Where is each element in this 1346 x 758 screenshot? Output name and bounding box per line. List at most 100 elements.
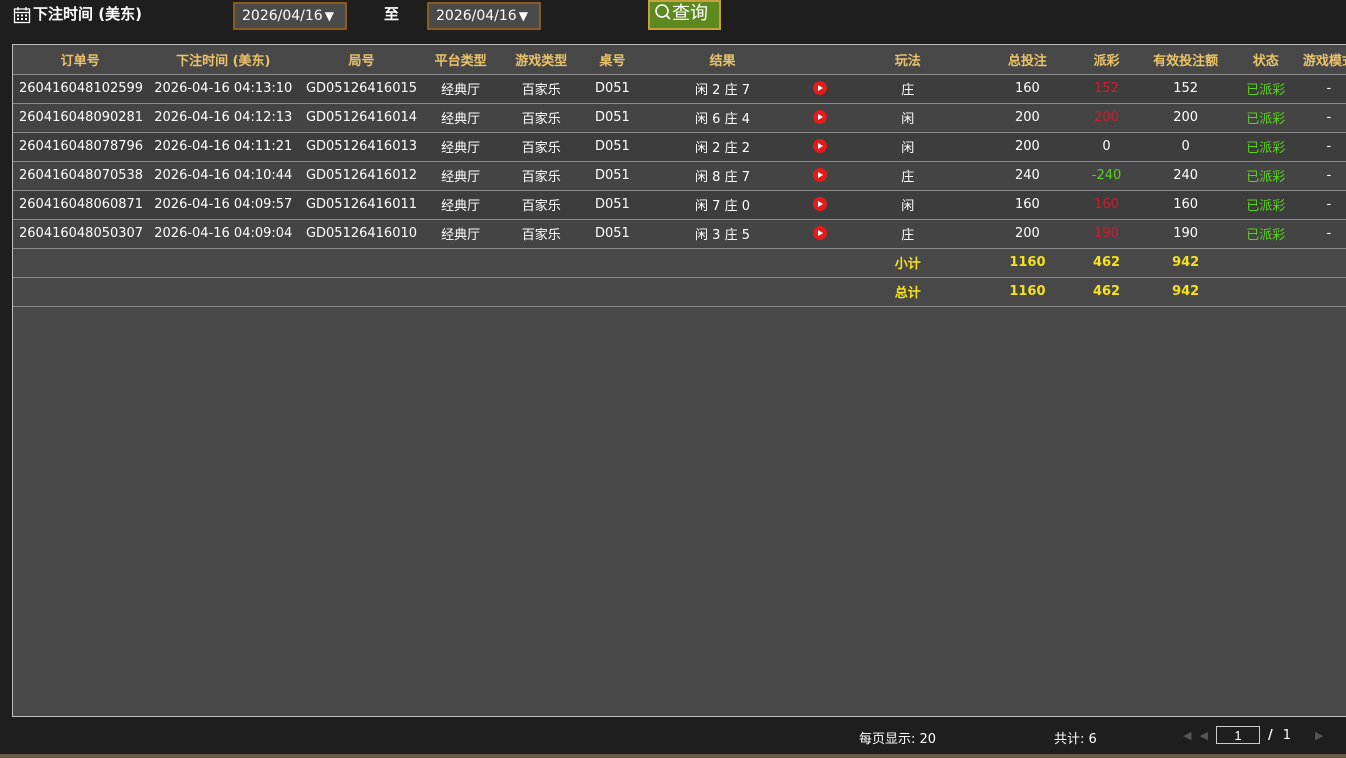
cell-total-bet: 200 [980,103,1075,133]
play-video-icon[interactable] [813,81,828,95]
cell-bet-type: 闲 [835,103,981,133]
query-button[interactable]: 查询 [648,0,721,30]
cell-status: 已派彩 [1232,219,1299,249]
col-bet-type[interactable]: 玩法 [835,45,981,75]
cell-video[interactable] [805,132,836,162]
table-row[interactable]: 260416048102599 2026-04-16 04:13:10 GD0512… [13,74,1346,104]
dropdown-arrow-icon: ▼ [324,9,334,23]
first-page-icon[interactable]: ◀ [1183,729,1191,742]
cell-order: 260416048078796 [13,132,148,162]
cell-mode: - [1298,161,1346,191]
table-row[interactable]: 260416048090281 2026-04-16 04:12:13 GD0512… [13,103,1346,133]
cell-total-bet: 160 [980,190,1075,220]
cell-result: 闲 7 庄 0 [639,190,806,220]
cell-status: 已派彩 [1232,74,1299,104]
cell-mode: - [1298,74,1346,104]
next-page-icon[interactable]: ▶ [1315,729,1323,742]
results-panel: 订单号 下注时间 (美东) 局号 平台类型 游戏类型 桌号 结果 玩法 总投注 … [12,44,1346,717]
cell-platform: 经典厅 [423,161,498,191]
cell-valid-bet: 190 [1138,219,1233,249]
play-video-icon[interactable] [813,168,828,182]
cell-game: 百家乐 [497,132,585,162]
prev-page-icon[interactable]: ◀ [1199,729,1207,742]
col-game[interactable]: 游戏类型 [497,45,585,75]
date-from-value: 2026/04/16 [242,8,323,24]
cell-video[interactable] [805,161,836,191]
cell-table: D051 [584,74,640,104]
cell-time: 2026-04-16 04:09:57 [147,190,300,220]
cell-round: GD05126416014 [299,103,424,133]
page-number-input[interactable] [1215,726,1260,744]
cell-table: D051 [584,190,640,220]
col-round[interactable]: 局号 [299,45,424,75]
cell-round: GD05126416010 [299,219,424,249]
cell-mode: - [1298,132,1346,162]
cell-payout: 200 [1074,103,1139,133]
col-total-bet[interactable]: 总投注 [980,45,1075,75]
table-row[interactable]: 260416048070538 2026-04-16 04:10:44 GD0512… [13,161,1346,191]
cell-platform: 经典厅 [423,74,498,104]
cell-video[interactable] [805,103,836,133]
cell-valid-bet: 0 [1138,132,1233,162]
col-order[interactable]: 订单号 [13,45,148,75]
sum-spacer [13,277,836,307]
cell-total-bet: 200 [980,219,1075,249]
cell-time: 2026-04-16 04:12:13 [147,103,300,133]
grandtotal-row: 总计 1160 462 942 [13,277,1346,307]
date-to-select[interactable]: 2026/04/16 ▼ [427,2,541,30]
pager: ◀ ◀ / 1 ▶ [1183,726,1323,744]
cell-status: 已派彩 [1232,103,1299,133]
play-video-icon[interactable] [813,226,828,240]
cell-total-bet: 160 [980,74,1075,104]
play-video-icon[interactable] [813,197,828,211]
cell-game: 百家乐 [497,103,585,133]
cell-video[interactable] [805,219,836,249]
col-result[interactable]: 结果 [639,45,806,75]
col-table[interactable]: 桌号 [584,45,640,75]
date-from-select[interactable]: 2026/04/16 ▼ [233,2,347,30]
col-mode[interactable]: 游戏模式 [1298,45,1346,75]
grandtotal-payout: 462 [1074,277,1139,307]
cell-bet-type: 庄 [835,161,981,191]
cell-total-bet: 240 [980,161,1075,191]
play-video-icon[interactable] [813,110,828,124]
col-status[interactable]: 状态 [1232,45,1299,75]
cell-valid-bet: 152 [1138,74,1233,104]
cell-order: 260416048060871 [13,190,148,220]
table-row[interactable]: 260416048078796 2026-04-16 04:11:21 GD0512… [13,132,1346,162]
cell-game: 百家乐 [497,190,585,220]
table-row[interactable]: 260416048060871 2026-04-16 04:09:57 GD0512… [13,190,1346,220]
cell-table: D051 [584,161,640,191]
cell-video[interactable] [805,74,836,104]
cell-platform: 经典厅 [423,190,498,220]
to-label: 至 [384,5,400,23]
col-platform[interactable]: 平台类型 [423,45,498,75]
cell-result: 闲 2 庄 2 [639,132,806,162]
play-video-icon[interactable] [813,139,828,153]
dropdown-arrow-icon: ▼ [518,9,528,23]
query-label: 查询 [672,3,708,24]
subtotal-row: 小计 1160 462 942 [13,248,1346,278]
col-payout[interactable]: 派彩 [1074,45,1139,75]
cell-order: 260416048050307 [13,219,148,249]
cell-result: 闲 8 庄 7 [639,161,806,191]
cell-payout: 0 [1074,132,1139,162]
col-valid-bet[interactable]: 有效投注额 [1138,45,1233,75]
cell-status: 已派彩 [1232,190,1299,220]
col-time[interactable]: 下注时间 (美东) [147,45,300,75]
cell-platform: 经典厅 [423,219,498,249]
cell-bet-type: 庄 [835,219,981,249]
subtotal-payout: 462 [1074,248,1139,278]
cell-video[interactable] [805,190,836,220]
sum-spacer [1232,248,1346,278]
sum-spacer [1232,277,1346,307]
cell-valid-bet: 200 [1138,103,1233,133]
cell-payout: 160 [1074,190,1139,220]
search-icon [655,4,671,20]
cell-game: 百家乐 [497,219,585,249]
cell-mode: - [1298,190,1346,220]
table-row[interactable]: 260416048050307 2026-04-16 04:09:04 GD0512… [13,219,1346,249]
cell-order: 260416048070538 [13,161,148,191]
cell-game: 百家乐 [497,74,585,104]
cell-status: 已派彩 [1232,132,1299,162]
